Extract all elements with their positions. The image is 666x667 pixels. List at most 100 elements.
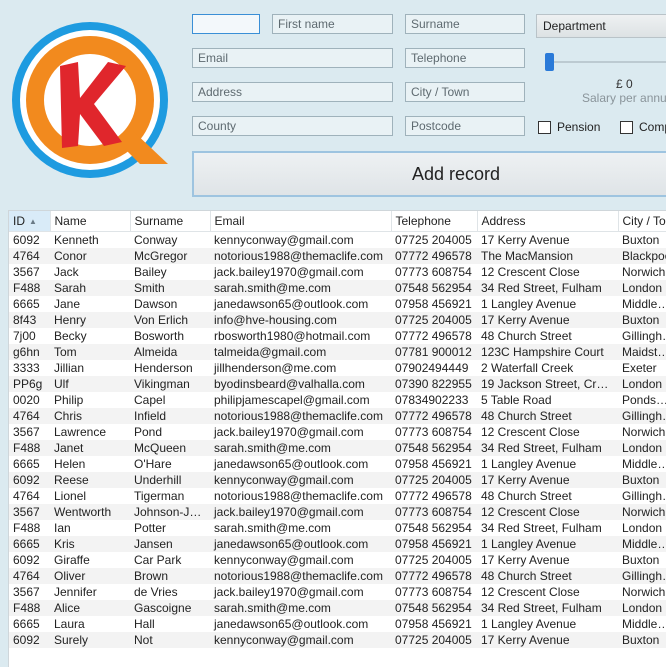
table-cell: 07773 608754: [395, 585, 472, 599]
table-row[interactable]: 4764 Lionel Tigerman notorious1988@themacli…: [9, 488, 666, 504]
city-field[interactable]: City / Town: [405, 82, 525, 102]
table-row[interactable]: 6665 Kris Jansen janedawson65@outlook.com 07…: [9, 536, 666, 552]
table-cell: London: [618, 376, 666, 392]
department-select[interactable]: Department: [536, 14, 666, 38]
county-field[interactable]: County: [192, 116, 393, 136]
table-row[interactable]: 3567 Lawrence Pond jack.bailey1970@gmail.co…: [9, 424, 666, 440]
table-cell: g6hn: [9, 344, 50, 360]
table-row[interactable]: 6092 Giraffe Car Park kennyconway@gmail.com…: [9, 552, 666, 568]
table-row[interactable]: 3567 Jack Bailey jack.bailey1970@gmail.com 0…: [9, 264, 666, 280]
table-cell: McGregor: [130, 248, 210, 264]
add-record-button[interactable]: Add record: [192, 151, 666, 197]
table-cell: 34 Red Street, Fulham: [477, 440, 618, 456]
table-row[interactable]: 6092 Kenneth Conway kennyconway@gmail.com 07…: [9, 232, 666, 249]
table-cell: Hall: [134, 617, 155, 631]
salary-slider-thumb[interactable]: [545, 53, 554, 71]
table-cell: 07772 496578: [391, 248, 477, 264]
comp-checkbox-box[interactable]: [620, 120, 633, 134]
table-row[interactable]: F488 Alice Gascoigne sarah.smith@me.com 0754…: [9, 600, 666, 616]
column-header-surname[interactable]: Surname: [130, 211, 211, 232]
table-cell: 48 Church Street: [477, 568, 618, 584]
table-row[interactable]: 6665 Laura Hall janedawson65@outlook.com 079…: [9, 616, 666, 632]
id-field[interactable]: [192, 14, 260, 34]
table-cell: 6092: [9, 632, 50, 648]
column-header-address[interactable]: Address: [477, 211, 619, 232]
column-header-label: City / To: [622, 214, 666, 228]
table-cell: Blackpool: [618, 248, 666, 264]
column-header-city-to[interactable]: City / To: [618, 211, 666, 232]
table-cell: McQueen: [130, 440, 210, 456]
sort-ascending-icon: ▲: [29, 217, 37, 227]
table-cell: 5 Table Road: [481, 393, 552, 407]
postcode-field[interactable]: Postcode: [405, 116, 525, 136]
pension-checkbox[interactable]: Pension: [538, 120, 600, 134]
table-cell: 7j00: [13, 329, 36, 343]
table-row[interactable]: 3333 Jillian Henderson jillhenderson@me.com…: [9, 360, 666, 376]
table-cell: Jillian: [54, 361, 85, 375]
surname-field[interactable]: Surname: [405, 14, 525, 34]
table-cell: 48 Church Street: [481, 489, 572, 503]
table-cell: janedawson65@outlook.com: [214, 617, 369, 631]
table-cell: Wentworth: [50, 504, 130, 520]
table-cell: Surely: [50, 632, 130, 648]
table-cell: Not: [130, 632, 210, 648]
table-cell: 1 Langley Avenue: [481, 457, 577, 471]
salary-label: Salary per annum: [582, 91, 666, 105]
table-cell: 1 Langley Avenue: [481, 297, 577, 311]
table-cell: 17 Kerry Avenue: [481, 233, 570, 247]
table-row[interactable]: 3567 Jennifer de Vries jack.bailey1970@gmai…: [9, 584, 666, 600]
column-header-id[interactable]: ID ▲: [9, 211, 51, 232]
table-cell: 07548 562954: [391, 600, 477, 616]
table-cell: Jennifer: [54, 585, 97, 599]
column-header-label: Surname: [134, 214, 184, 228]
column-header-name[interactable]: Name: [50, 211, 131, 232]
records-grid[interactable]: ID ▲ Name Surname Email Telephone Address City …: [8, 210, 666, 667]
table-row[interactable]: 6092 Surely Not kennyconway@gmail.com 07725 …: [9, 632, 666, 648]
table-cell: rbosworth1980@hotmail.com: [214, 329, 371, 343]
table-cell: 12 Crescent Close: [481, 425, 580, 439]
table-row[interactable]: 4764 Conor McGregor notorious1988@themaclif…: [9, 248, 666, 264]
column-header-email[interactable]: Email: [210, 211, 392, 232]
table-cell: 17 Kerry Avenue: [477, 472, 618, 488]
column-header-telephone[interactable]: Telephone: [391, 211, 478, 232]
table-cell: Becky: [54, 329, 87, 343]
table-row[interactable]: F488 Ian Potter sarah.smith@me.com 07548 562…: [9, 520, 666, 536]
table-row[interactable]: F488 Sarah Smith sarah.smith@me.com 07548 56…: [9, 280, 666, 296]
table-row[interactable]: 6092 Reese Underhill kennyconway@gmail.com 0…: [9, 472, 666, 488]
table-row[interactable]: 7j00 Becky Bosworth rbosworth1980@hotmail.c…: [9, 328, 666, 344]
table-cell: 6665: [13, 617, 40, 631]
table-cell: 34 Red Street, Fulham: [477, 280, 618, 296]
table-cell: 07725 204005: [395, 553, 472, 567]
table-cell: Kenneth: [54, 233, 99, 247]
comp-checkbox[interactable]: Comp: [620, 120, 666, 134]
table-cell: 07548 562954: [395, 521, 472, 535]
table-row[interactable]: g6hn Tom Almeida talmeida@gmail.com 07781 90…: [9, 344, 666, 360]
address-field[interactable]: Address: [192, 82, 393, 102]
table-row[interactable]: 3567 Wentworth Johnson-Jac... jack.bailey19…: [9, 504, 666, 520]
table-row[interactable]: F488 Janet McQueen sarah.smith@me.com 07548 …: [9, 440, 666, 456]
table-cell: Vikingman: [130, 376, 210, 392]
telephone-field[interactable]: Telephone: [405, 48, 525, 68]
salary-slider-track[interactable]: [548, 61, 666, 63]
column-header-label: Address: [481, 214, 526, 228]
table-cell: Pondswood: [622, 393, 666, 407]
table-row[interactable]: 4764 Oliver Brown notorious1988@themaclife.…: [9, 568, 666, 584]
email-field[interactable]: Email: [192, 48, 393, 68]
table-cell: Middlesbrough: [622, 457, 666, 471]
table-cell: Bailey: [134, 265, 167, 279]
table-row[interactable]: 6665 Jane Dawson janedawson65@outlook.com 07…: [9, 296, 666, 312]
table-cell: 4764: [9, 408, 50, 424]
table-cell: Buxton: [622, 233, 660, 247]
table-row[interactable]: 6665 Helen O'Hare janedawson65@outlook.com 0…: [9, 456, 666, 472]
first-name-field[interactable]: First name: [272, 14, 393, 34]
table-row[interactable]: 8f43 Henry Von Erlich info@hve-housing.com 0…: [9, 312, 666, 328]
table-cell: 3567: [13, 265, 40, 279]
table-cell: 07773 608754: [391, 504, 477, 520]
pension-checkbox-box[interactable]: [538, 120, 551, 134]
table-cell: 07725 204005: [391, 472, 477, 488]
table-cell: Norwich: [622, 265, 666, 279]
table-cell: jillhenderson@me.com: [214, 361, 337, 375]
table-row[interactable]: 0020 Philip Capel philipjamescapel@gmail.co…: [9, 392, 666, 408]
table-row[interactable]: PP6g Ulf Vikingman byodinsbeard@valhalla.co…: [9, 376, 666, 392]
table-row[interactable]: 4764 Chris Infield notorious1988@themaclife…: [9, 408, 666, 424]
